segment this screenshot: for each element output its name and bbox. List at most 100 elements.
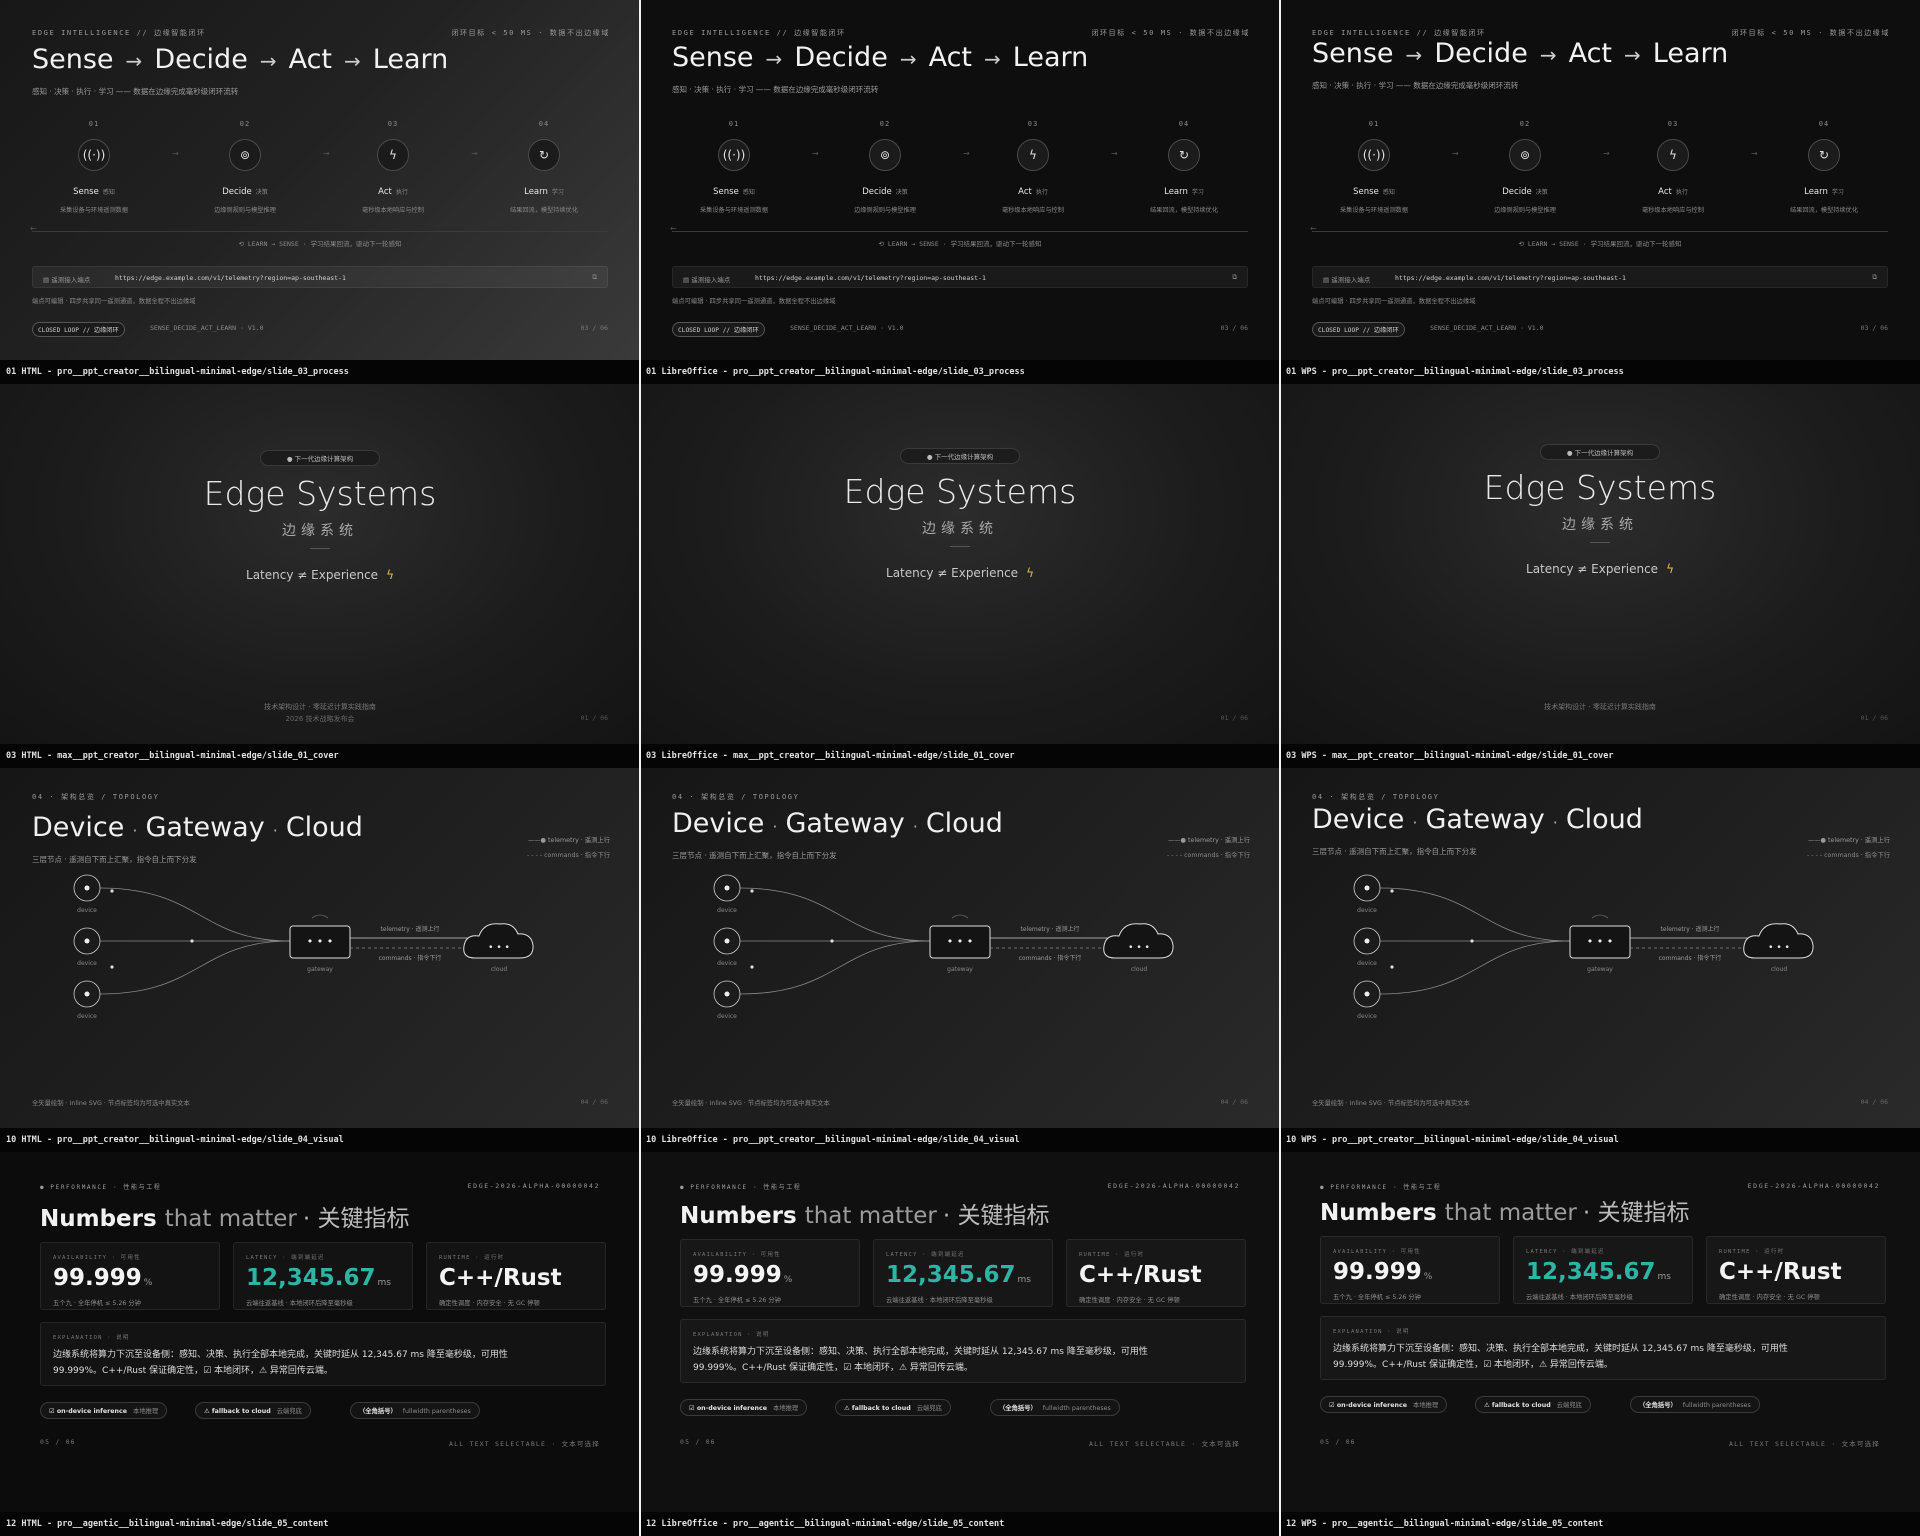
step-label: Decide 决策 xyxy=(205,187,285,197)
pill-sublabel: 本地推理 xyxy=(1413,1402,1439,1409)
step-label-cn: 执行 xyxy=(1035,189,1048,196)
device-label: device xyxy=(717,907,737,914)
feature-pill: ☑ on-device inference 本地推理 xyxy=(680,1399,808,1416)
metric-key: RUNTIME · 运行时 xyxy=(1079,1252,1145,1258)
device-label: device xyxy=(717,960,737,967)
feature-pill: （全角括号） fullwidth parentheses xyxy=(350,1402,480,1419)
device-node-core xyxy=(84,885,90,891)
metric-card: AVAILABILITY · 可用性 99.999% 五个九 · 全年停机 ≤ 5.… xyxy=(1320,1236,1500,1304)
metric-value: 99.999% xyxy=(1333,1259,1432,1285)
pill-label: ⚠ fallback to cloud xyxy=(1484,1402,1551,1409)
endpoint-note: 端点可编辑 · 四步共享同一遥测通道，数据全程不出边缘域 xyxy=(672,298,836,305)
loop-line xyxy=(32,231,608,232)
metric-number: C++/Rust xyxy=(1079,1262,1202,1288)
step-icon: ⊚ xyxy=(1509,139,1541,171)
metric-value: 99.999% xyxy=(53,1265,152,1291)
loop-arrow: ← xyxy=(670,224,677,233)
packet-dot xyxy=(110,889,114,893)
title-bold: Numbers xyxy=(680,1203,797,1229)
step-icon: ((·)) xyxy=(78,139,110,171)
slide-process: EDGE INTELLIGENCE // 边缘智能闭环 闭环目标 < 50 MS … xyxy=(1280,0,1920,360)
gateway-dots: • • • xyxy=(947,935,973,948)
device-label: device xyxy=(1357,960,1377,967)
pill-label: （全角括号） xyxy=(359,1408,397,1415)
step-label-cn: 执行 xyxy=(1675,189,1688,196)
slide-title: Sense → Decide → Act → Learn xyxy=(32,44,448,75)
doc-code: EDGE-2026-ALPHA-00000042 xyxy=(467,1182,600,1190)
explanation-line-1: 边缘系统将算力下沉至设备侧：感知、决策、执行全部本地完成，关键时延从 12,34… xyxy=(1333,1344,1788,1354)
step-label: Sense 感知 xyxy=(1334,187,1414,197)
metric-description: 确定性调度 · 内存安全 · 无 GC 停顿 xyxy=(1719,1294,1820,1301)
step-description: 采集设备与环境遥测数据 xyxy=(1339,207,1409,214)
telemetry-endpoint-field[interactable]: ▤ 遥测接入端点 https://edge.example.com/v1/tele… xyxy=(32,266,608,288)
step-label-en: Learn xyxy=(524,187,548,197)
pill-label: （全角括号） xyxy=(999,1405,1037,1412)
slide-title: Sense → Decide → Act → Learn xyxy=(672,42,1088,73)
edge-commands-label: commands · 指令下行 xyxy=(379,954,442,962)
step-connector-arrow: → xyxy=(1452,149,1459,158)
slide-footer: ALL TEXT SELECTABLE · 文本可选择 xyxy=(449,1440,600,1448)
metric-key: LATENCY · 端到端延迟 xyxy=(1526,1249,1605,1255)
device-label: device xyxy=(1357,1013,1377,1020)
title-word: Act xyxy=(288,44,333,75)
device-label: device xyxy=(77,960,97,967)
explanation-box: EXPLANATION · 说明 边缘系统将算力下沉至设备侧：感知、决策、执行全部… xyxy=(40,1322,606,1386)
title-bold: Numbers xyxy=(40,1206,157,1232)
cell-caption: 01 HTML - pro__ppt_creator__bilingual-mi… xyxy=(0,360,640,384)
step-label: Learn 学习 xyxy=(504,187,584,197)
screenshot-cell: EDGE INTELLIGENCE // 边缘智能闭环 闭环目标 < 50 MS … xyxy=(1280,0,1920,384)
page-number: 01 / 06 xyxy=(1220,714,1248,722)
pill-sublabel: 云端兜底 xyxy=(916,1405,942,1412)
explanation-line-2: 99.999%。C++/Rust 保证确定性，☑ 本地闭环，⚠ 异常回传云端。 xyxy=(53,1366,333,1376)
cover-title: Edge Systems xyxy=(203,474,437,513)
metric-card: LATENCY · 端到端延迟 12,345.67 ms 云端往返基线 · 本地闭环后… xyxy=(233,1242,413,1310)
telemetry-endpoint-field[interactable]: ▤ 遥测接入端点 https://edge.example.com/v1/tele… xyxy=(1312,266,1888,288)
cloud-dots: • • • xyxy=(488,943,510,953)
step-connector-arrow: → xyxy=(963,149,970,158)
telemetry-link xyxy=(99,887,291,942)
packet-dot xyxy=(190,939,194,943)
step-icon: ↻ xyxy=(1168,139,1200,171)
title-word: Sense xyxy=(1312,38,1394,69)
gateway-label: gateway xyxy=(1587,966,1613,973)
metric-description: 确定性调度 · 内存安全 · 无 GC 停顿 xyxy=(1079,1297,1180,1304)
page-number: 03 / 06 xyxy=(1860,324,1888,332)
device-node-core xyxy=(724,991,730,997)
step-label: Learn 学习 xyxy=(1144,187,1224,197)
step-number: 02 xyxy=(239,120,251,128)
cover-divider xyxy=(950,546,970,547)
loop-note: ⟲ LEARN → SENSE · 学习结果回流，驱动下一轮感知 xyxy=(878,240,1042,248)
closed-loop-badge: CLOSED LOOP // 边缘闭环 xyxy=(672,322,765,337)
step-icon: ((·)) xyxy=(718,139,750,171)
edge-telemetry-label: telemetry · 遥测上行 xyxy=(1020,925,1079,933)
cloud-dots: • • • xyxy=(1128,943,1150,953)
page-number: 04 / 06 xyxy=(580,1098,608,1106)
title-cn: · 关键指标 xyxy=(302,1206,410,1232)
title-word: Learn xyxy=(1012,42,1089,73)
step-label-en: Decide xyxy=(1502,187,1532,197)
device-label: device xyxy=(77,907,97,914)
device-label: device xyxy=(717,1013,737,1020)
page-number: 01 / 06 xyxy=(1860,714,1888,722)
step-connector-arrow: → xyxy=(1603,149,1610,158)
page-number: 05 / 06 xyxy=(40,1438,76,1446)
bolt-icon: ϟ xyxy=(1666,562,1674,576)
cover-tagline: Latency ≠ Experience ϟ xyxy=(640,566,1280,580)
telemetry-endpoint-field[interactable]: ▤ 遥测接入端点 https://edge.example.com/v1/tele… xyxy=(672,266,1248,288)
page-number: 03 / 06 xyxy=(580,324,608,332)
cover-divider xyxy=(310,548,330,549)
title-arrow: → xyxy=(1405,43,1423,67)
signal-arc xyxy=(951,914,969,919)
cover-pill: ● 下一代边缘计算架构 xyxy=(900,448,1020,464)
signal-arc xyxy=(311,914,329,919)
screenshot-cell: 04 · 架构总览 / TOPOLOGY Device · Gateway · Cloud… xyxy=(0,768,640,1152)
metric-description: 五个九 · 全年停机 ≤ 5.26 分钟 xyxy=(53,1300,141,1307)
gateway-label: gateway xyxy=(947,966,973,973)
title-arrow: → xyxy=(1539,43,1557,67)
cloud-label: cloud xyxy=(491,966,507,973)
title-word: Sense xyxy=(672,42,754,73)
feature-pill: ⚠ fallback to cloud 云端兜底 xyxy=(835,1399,951,1416)
metric-value: C++/Rust xyxy=(1719,1259,1842,1285)
slide-topology: 04 · 架构总览 / TOPOLOGY Device · Gateway · Cloud… xyxy=(0,768,640,1128)
endpoint-label: ▤ 遥测接入端点 xyxy=(43,276,91,284)
